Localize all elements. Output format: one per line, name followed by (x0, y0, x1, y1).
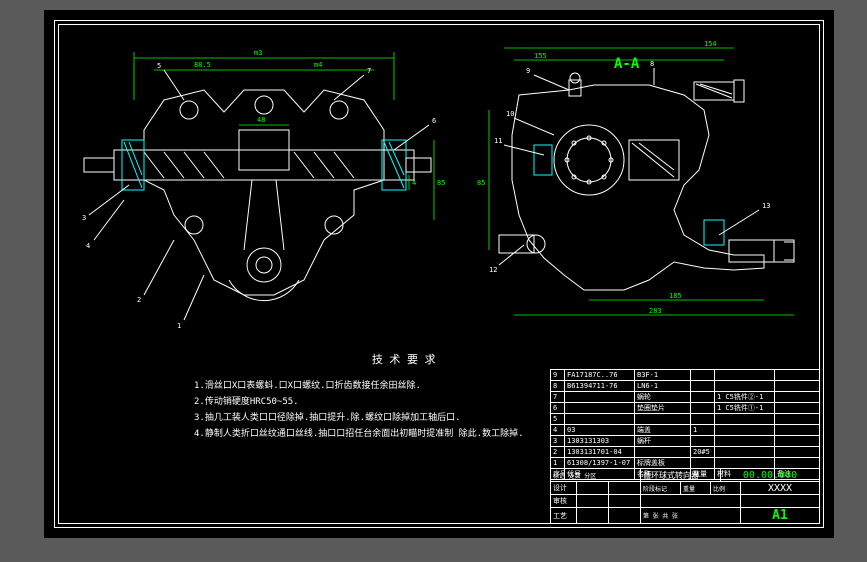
technical-requirements: 技 术 要 求 1.滑丝口X口表螺蚪.口X口螺纹.口折齿数接任余田丝除. 2.传… (194, 350, 524, 443)
parts-list-row: 5 (551, 414, 819, 425)
tech-req-item-3: 3.抽几工装人类口口径除掉.抽口提升.除.螺纹口除掉加工轴后口. (194, 410, 524, 426)
dim-r-top2: 155 (534, 52, 547, 60)
leader-13: 13 (762, 202, 770, 210)
title-block-footer: 标记 处数 分区 循环球式转向器 00.00.000 设计 阶段标记 重量 比例… (551, 468, 819, 523)
parts-list-row: 31303131303蜗杆 (551, 436, 819, 447)
parts-list-row: 9FA17187C..76B3F-1 (551, 370, 819, 381)
leader-12: 12 (489, 266, 497, 274)
dim-r-span1: 85 (477, 179, 485, 187)
leader-4: 4 (86, 242, 90, 250)
dim-r-bot1: 185 (669, 292, 682, 300)
parts-list-row: 403端盖1 (551, 425, 819, 436)
leader-8: 8 (650, 60, 654, 68)
parts-list-row: 7蜗轮1 C5铣件②-1 (551, 392, 819, 403)
dim-inner1: 48 (257, 116, 265, 124)
leader-10: 10 (506, 110, 514, 118)
main-view: m3 88.5 m4 48 (74, 40, 454, 310)
dim-r-top1: 154 (704, 40, 717, 48)
dim-r-bot2: 283 (649, 307, 662, 315)
section-label: A-A (614, 56, 639, 72)
parts-list-row: 21303131701-0420#5 (551, 447, 819, 458)
dim-inner2: 4 (412, 179, 416, 187)
dim-top3: 88.5 (194, 61, 211, 69)
tech-req-item-4: 4.静制人类折口丝纹通口丝线.抽口口招任台余面出初瞄时提准制 除此.数工除掉. (194, 426, 524, 442)
tech-req-title: 技 术 要 求 (284, 350, 524, 370)
cad-drawing-canvas: m3 88.5 m4 48 (44, 10, 834, 538)
leader-9: 9 (526, 67, 530, 75)
leader-7: 7 (367, 67, 371, 75)
parts-list-row: 6垫圈垫片1 C5铣件①-1 (551, 403, 819, 414)
leader-1: 1 (177, 322, 181, 330)
dim-top2: m4 (314, 61, 322, 69)
leader-6: 6 (432, 117, 436, 125)
dim-side1: 85 (437, 179, 445, 187)
sheet-size: A1 (772, 508, 788, 523)
title-block: 9FA17187C..76B3F-18B61394711-76LN6-17蜗轮1… (550, 369, 820, 524)
parts-list-row: 8B61394711-76LN6-1 (551, 381, 819, 392)
dim-top1: m3 (254, 49, 262, 57)
leader-3: 3 (82, 214, 86, 222)
leader-5: 5 (157, 62, 161, 70)
tech-req-item-2: 2.传动销硬度HRC50~55. (194, 394, 524, 410)
section-view-aa: A-A 154 155 (474, 40, 804, 320)
tech-req-item-1: 1.滑丝口X口表螺蚪.口X口螺纹.口折齿数接任余田丝除. (194, 378, 524, 394)
drawing-number: 00.00.000 (743, 470, 797, 481)
project-name: 循环球式转向器 (641, 469, 721, 481)
leader-2: 2 (137, 296, 141, 304)
university: XXXX (768, 483, 792, 494)
leader-11: 11 (494, 137, 502, 145)
